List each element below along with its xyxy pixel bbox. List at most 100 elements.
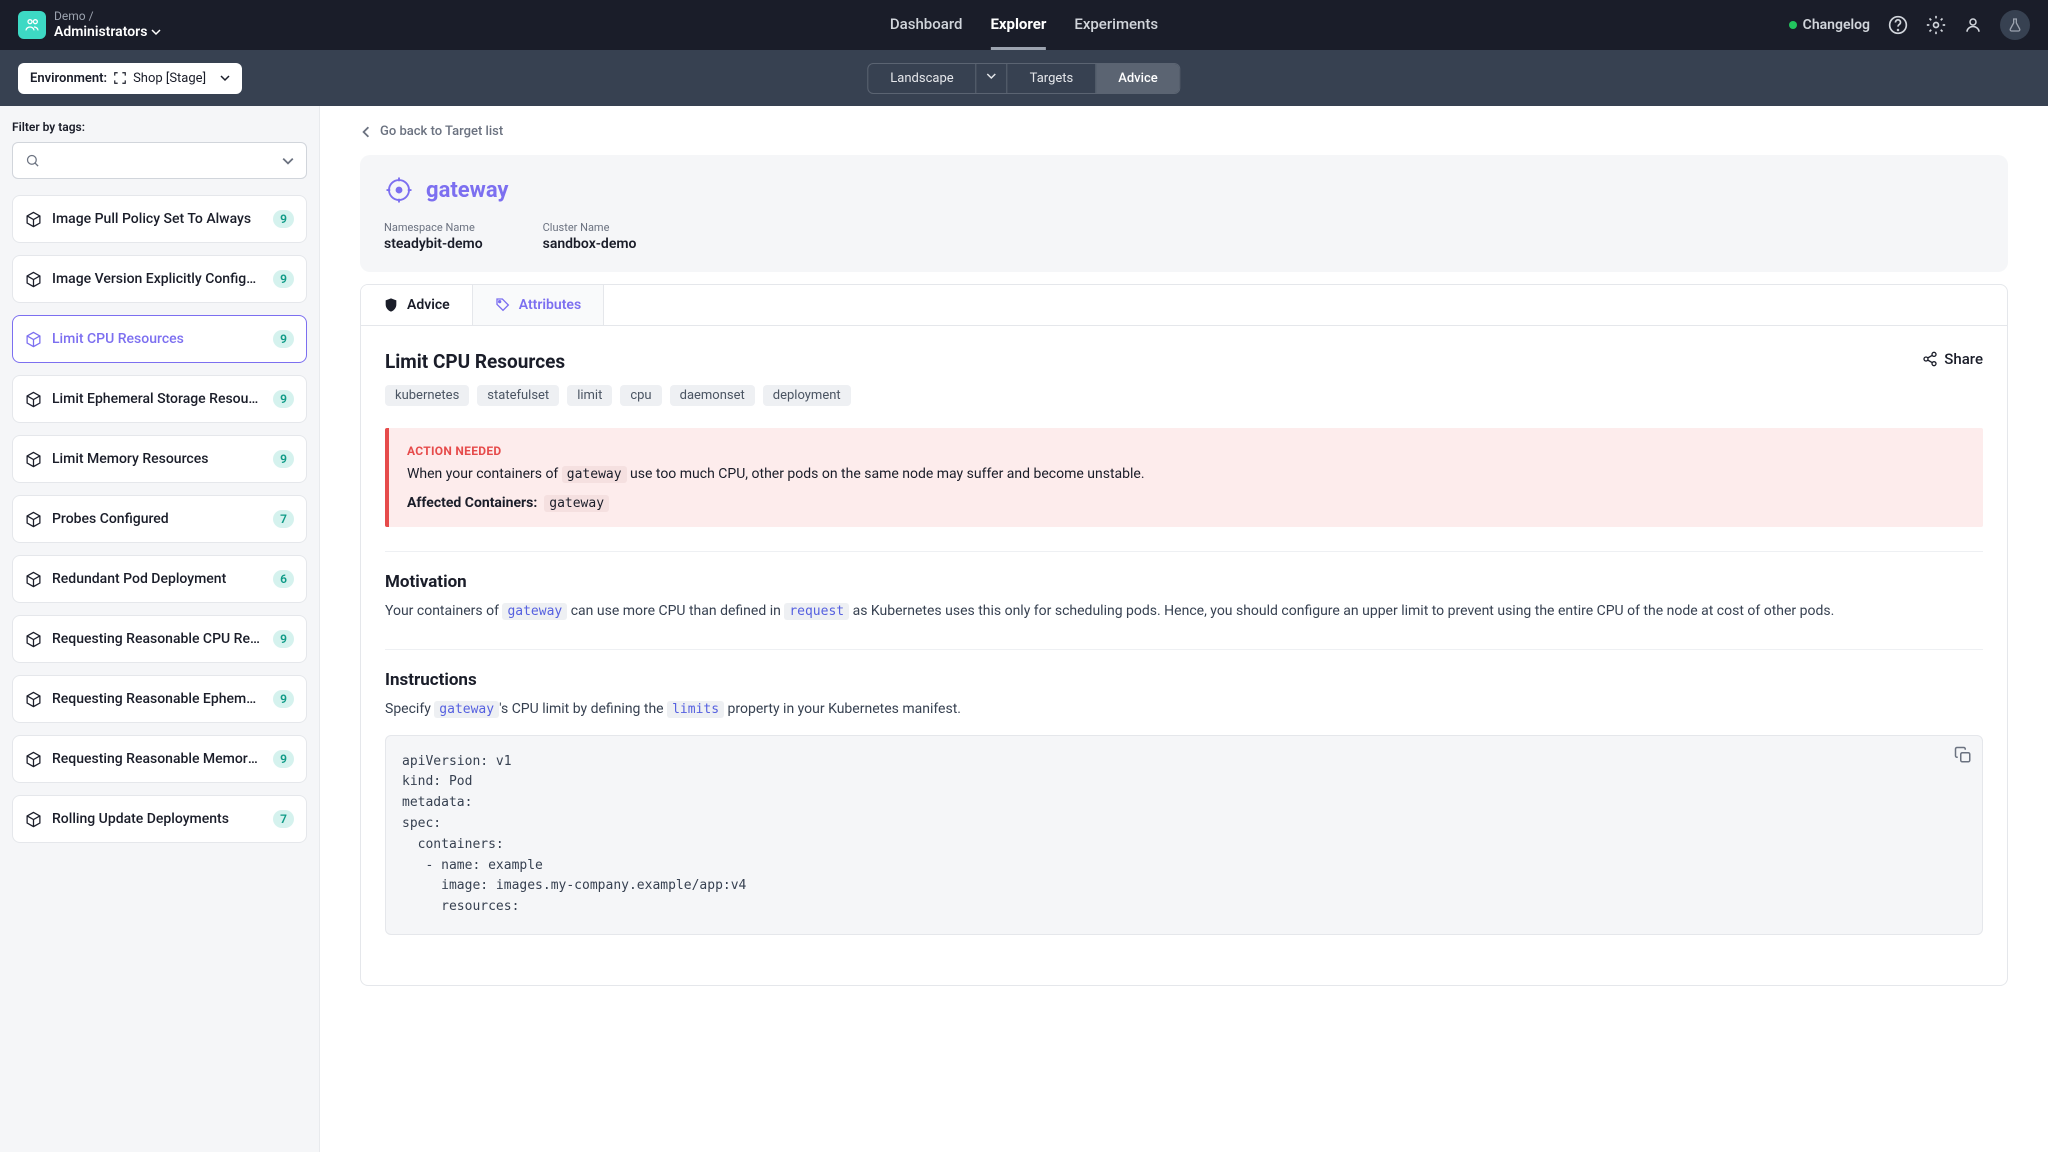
advice-title: Image Version Explicitly Configured [52, 271, 263, 287]
seg-landscape[interactable]: Landscape [868, 64, 976, 93]
advice-title: Requesting Reasonable CPU Resources [52, 631, 263, 647]
cluster-label: Cluster Name [543, 221, 637, 234]
main-nav: Dashboard Explorer Experiments [890, 1, 1158, 50]
advice-title: Rolling Update Deployments [52, 811, 263, 827]
advice-card[interactable]: Requesting Reasonable Memory Reso... 9 [12, 735, 307, 783]
advice-count-badge: 9 [273, 450, 294, 468]
advice-count-badge: 9 [273, 270, 294, 288]
org-name: Administrators [54, 24, 147, 41]
alert-affected: Affected Containers: gateway [407, 495, 1965, 511]
advice-title: Limit Ephemeral Storage Resources [52, 391, 263, 407]
advice-count-badge: 9 [273, 330, 294, 348]
seg-targets[interactable]: Targets [1008, 64, 1097, 93]
nav-explorer[interactable]: Explorer [990, 1, 1046, 50]
back-link[interactable]: Go back to Target list [360, 124, 2008, 139]
main-content: Go back to Target list gateway Namespace… [320, 106, 2048, 1152]
advice-card[interactable]: Limit Ephemeral Storage Resources 9 [12, 375, 307, 423]
copy-button[interactable] [1954, 746, 1972, 764]
advice-card[interactable]: Requesting Reasonable CPU Resources 9 [12, 615, 307, 663]
scope-icon [113, 71, 127, 85]
settings-icon[interactable] [1926, 15, 1946, 35]
panel-title: Limit CPU Resources [385, 350, 565, 373]
tag: daemonset [670, 385, 755, 406]
filter-label: Filter by tags: [12, 120, 307, 134]
target-header: gateway Namespace Name steadybit-demo Cl… [360, 155, 2008, 272]
status-dot-icon [1789, 21, 1797, 29]
advice-title: Requesting Reasonable Memory Reso... [52, 751, 263, 767]
cube-icon [25, 511, 42, 528]
namespace-value: steadybit-demo [384, 236, 483, 252]
advice-card[interactable]: Limit Memory Resources 9 [12, 435, 307, 483]
seg-advice[interactable]: Advice [1096, 64, 1179, 93]
org-breadcrumb: Demo / [54, 9, 161, 23]
alert-title: ACTION NEEDED [407, 444, 1965, 458]
cube-icon [25, 811, 42, 828]
instructions-section: Instructions Specify gateway's CPU limit… [385, 649, 1983, 935]
advice-title: Redundant Pod Deployment [52, 571, 263, 587]
topbar: Demo / Administrators Dashboard Explorer… [0, 0, 2048, 50]
tag: deployment [763, 385, 851, 406]
avatar[interactable] [2000, 10, 2030, 40]
advice-count-badge: 9 [273, 390, 294, 408]
cube-icon [25, 631, 42, 648]
cube-icon [25, 571, 42, 588]
advice-count-badge: 7 [273, 810, 294, 828]
advice-card[interactable]: Probes Configured 7 [12, 495, 307, 543]
tab-advice[interactable]: Advice [361, 285, 473, 325]
code-block: apiVersion: v1 kind: Pod metadata: spec:… [385, 735, 1983, 935]
environment-selector[interactable]: Environment: Shop [Stage] [18, 63, 242, 94]
advice-count-badge: 7 [273, 510, 294, 528]
advice-card[interactable]: Rolling Update Deployments 7 [12, 795, 307, 843]
shield-icon [383, 297, 399, 313]
advice-card[interactable]: Image Version Explicitly Configured 9 [12, 255, 307, 303]
motivation-section: Motivation Your containers of gateway ca… [385, 551, 1983, 623]
advice-count-badge: 6 [273, 570, 294, 588]
advice-panel: Limit CPU Resources Share kubernetes stat… [360, 326, 2008, 986]
cluster-value: sandbox-demo [543, 236, 637, 252]
nav-experiments[interactable]: Experiments [1074, 1, 1158, 50]
cube-icon [25, 751, 42, 768]
tag: statefulset [477, 385, 559, 406]
alert-text: When your containers of gateway use too … [407, 464, 1965, 485]
tag-row: kubernetesstatefulsetlimitcpudaemonsetde… [385, 385, 1983, 406]
advice-count-badge: 9 [273, 210, 294, 228]
chevron-down-icon [282, 155, 294, 167]
filter-tags-input[interactable] [12, 142, 307, 179]
org-selector[interactable]: Demo / Administrators [18, 9, 161, 40]
cube-icon [25, 211, 42, 228]
search-icon [25, 153, 40, 168]
tab-attributes[interactable]: Attributes [473, 285, 604, 325]
cube-icon [25, 391, 42, 408]
cube-icon [25, 691, 42, 708]
target-name: gateway [426, 178, 509, 203]
advice-card[interactable]: Requesting Reasonable Ephemeral Stor... … [12, 675, 307, 723]
share-icon [1922, 351, 1938, 367]
advice-card[interactable]: Limit CPU Resources 9 [12, 315, 307, 363]
changelog-link[interactable]: Changelog [1789, 17, 1870, 33]
advice-title: Limit CPU Resources [52, 331, 263, 347]
cube-icon [25, 271, 42, 288]
tag: kubernetes [385, 385, 469, 406]
namespace-label: Namespace Name [384, 221, 483, 234]
advice-title: Requesting Reasonable Ephemeral Stor... [52, 691, 263, 707]
advice-card[interactable]: Image Pull Policy Set To Always 9 [12, 195, 307, 243]
advice-card[interactable]: Redundant Pod Deployment 6 [12, 555, 307, 603]
target-icon [384, 175, 414, 205]
user-icon[interactable] [1964, 16, 1982, 34]
cube-icon [25, 331, 42, 348]
advice-title: Limit Memory Resources [52, 451, 263, 467]
advice-count-badge: 9 [273, 750, 294, 768]
nav-dashboard[interactable]: Dashboard [890, 1, 963, 50]
share-button[interactable]: Share [1922, 350, 1983, 368]
chevron-down-icon [987, 71, 997, 81]
seg-landscape-dropdown[interactable] [977, 64, 1008, 93]
copy-icon [1954, 746, 1972, 764]
advice-count-badge: 9 [273, 690, 294, 708]
cube-icon [25, 451, 42, 468]
view-segments: Landscape Targets Advice [867, 63, 1180, 94]
subheader: Environment: Shop [Stage] Landscape Targ… [0, 50, 2048, 106]
advice-title: Image Pull Policy Set To Always [52, 211, 263, 227]
help-icon[interactable] [1888, 15, 1908, 35]
tag: cpu [620, 385, 661, 406]
action-needed-alert: ACTION NEEDED When your containers of ga… [385, 428, 1983, 527]
